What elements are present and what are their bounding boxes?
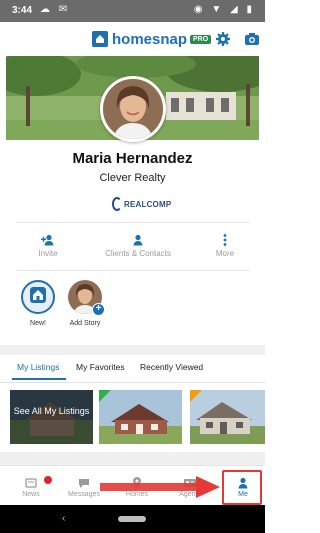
logo-text: homesnap — [112, 30, 188, 48]
listing-status-flag — [190, 390, 202, 402]
listing-card[interactable] — [190, 390, 265, 444]
status-notification-icons: ☁ ✉ — [40, 4, 71, 15]
see-all-listings-card[interactable]: See All My Listings — [10, 390, 93, 444]
active-tab-indicator — [12, 378, 66, 380]
home-pill-icon[interactable] — [118, 516, 146, 522]
add-story-label: Add Story — [69, 320, 101, 327]
tab-my-favorites[interactable]: My Favorites — [76, 362, 125, 372]
more-vertical-icon — [205, 233, 245, 246]
divider — [16, 270, 249, 271]
profile-avatar[interactable] — [100, 76, 166, 142]
more-label: More — [215, 249, 235, 258]
nav-messages-label: Messages — [68, 491, 100, 498]
profile-company: Clever Realty — [99, 172, 166, 184]
system-nav-bar: ‹ — [0, 505, 265, 533]
nav-messages[interactable]: Messages — [64, 476, 104, 498]
homesnap-icon — [29, 286, 47, 309]
me-highlight-box — [222, 470, 262, 505]
chat-icon — [64, 476, 104, 488]
add-story[interactable]: + Add Story — [60, 280, 110, 327]
realcomp-logo-icon — [112, 197, 122, 211]
tab-my-listings[interactable]: My Listings — [17, 362, 60, 372]
plus-icon: + — [92, 303, 105, 316]
person-icon — [93, 233, 183, 246]
status-time: 3:44 — [12, 5, 33, 16]
clients-contacts-button[interactable]: Clients & Contacts — [93, 233, 183, 258]
invite-label: Invite — [38, 249, 58, 258]
status-bar: 3:44 ☁ ✉ ◉ ▼ ◢ ▮ — [0, 0, 265, 22]
realcomp-logo-text: REALCOMP — [124, 199, 172, 209]
news-notification-badge — [44, 476, 52, 484]
realcomp-logo: REALCOMP — [112, 197, 171, 211]
red-arrow-annotation — [100, 476, 220, 503]
story-new-label: New! — [30, 320, 46, 327]
add-person-icon — [28, 233, 68, 246]
gear-icon[interactable] — [215, 31, 231, 47]
invite-button[interactable]: Invite — [28, 233, 68, 258]
add-story-avatar: + — [68, 280, 105, 316]
camera-icon[interactable] — [244, 31, 260, 47]
story-new[interactable]: New! — [13, 280, 63, 327]
app-header: homesnap PRO — [0, 22, 265, 56]
listing-card[interactable] — [99, 390, 182, 444]
listing-tabs: My Listings My Favorites Recently Viewed — [0, 356, 265, 382]
tab-recently-viewed[interactable]: Recently Viewed — [140, 362, 203, 372]
divider — [0, 382, 265, 383]
back-icon[interactable]: ‹ — [62, 513, 65, 524]
pro-badge: PRO — [190, 34, 212, 44]
listing-status-flag — [99, 390, 111, 402]
divider — [16, 222, 249, 223]
section-separator — [0, 345, 265, 355]
section-separator — [0, 452, 265, 465]
status-system-icons: ◉ ▼ ◢ ▮ — [193, 4, 255, 15]
homesnap-logo: homesnap PRO — [92, 30, 212, 48]
see-all-label: See All My Listings — [13, 406, 90, 416]
story-new-circle — [21, 280, 55, 314]
clients-contacts-label: Clients & Contacts — [105, 249, 171, 258]
profile-name: Maria Hernandez — [72, 150, 193, 167]
nav-news-label: News — [22, 491, 40, 498]
more-button[interactable]: More — [205, 233, 245, 258]
homesnap-logo-icon — [92, 31, 108, 47]
